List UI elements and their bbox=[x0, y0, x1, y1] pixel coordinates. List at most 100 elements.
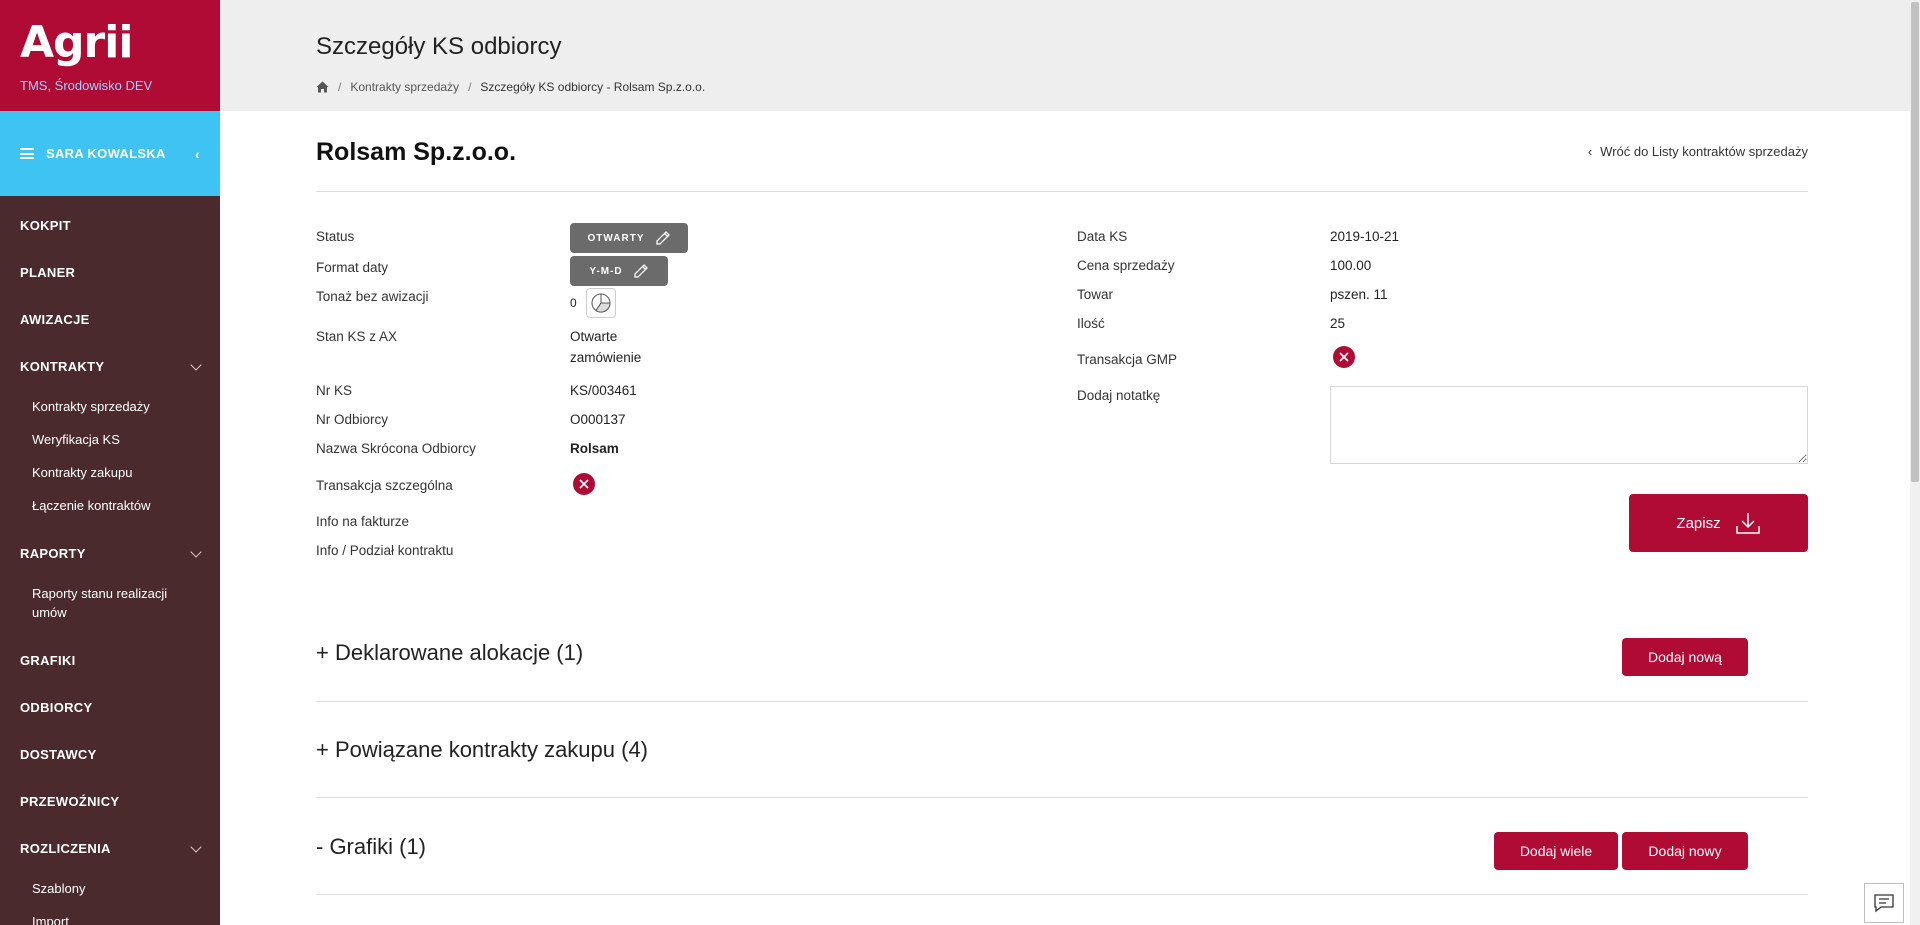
chevron-left-icon[interactable]: ‹ bbox=[195, 146, 200, 162]
download-icon bbox=[1735, 513, 1760, 534]
chevron-down-icon bbox=[190, 840, 202, 853]
chevron-left-icon: ‹ bbox=[1587, 144, 1593, 159]
gmp-label: Transakcja GMP bbox=[1077, 352, 1178, 367]
nav-sub-kontrakty-zakupu[interactable]: Kontrakty zakupu bbox=[0, 456, 220, 489]
note-textarea[interactable] bbox=[1330, 386, 1808, 464]
x-circle-icon[interactable] bbox=[573, 473, 595, 495]
chevron-down-icon bbox=[190, 545, 202, 558]
divider bbox=[316, 191, 1808, 192]
status-label: Status bbox=[316, 229, 355, 244]
user-name: SARA KOWALSKA bbox=[46, 146, 166, 161]
scrollbar-thumb[interactable] bbox=[1911, 2, 1919, 482]
nav-planer[interactable]: PLANER bbox=[0, 249, 220, 296]
status-pill[interactable]: OTWARTY bbox=[570, 223, 688, 253]
nr-ks-value: KS/003461 bbox=[570, 383, 637, 398]
page-header: Szczegóły KS odbiorcy / Kontrakty sprzed… bbox=[220, 0, 1910, 111]
nav-label: GRAFIKI bbox=[20, 653, 76, 668]
nav-sub-raporty-stanu[interactable]: Raporty stanu realizacji umów bbox=[0, 577, 200, 629]
main-nav: KOKPIT PLANER AWIZACJE KONTRAKTY Kontrak… bbox=[0, 196, 220, 925]
nav-label: ODBIORCY bbox=[20, 700, 93, 715]
pencil-icon bbox=[634, 264, 648, 278]
scrollbar[interactable] bbox=[1910, 0, 1920, 925]
nav-dostawcy[interactable]: DOSTAWCY bbox=[0, 731, 220, 778]
info-podzial-label: Info / Podział kontraktu bbox=[316, 543, 454, 558]
tonnage-value: 0 bbox=[570, 296, 577, 310]
nav-awizacje[interactable]: AWIZACJE bbox=[0, 296, 220, 343]
breadcrumb-separator: / bbox=[468, 80, 472, 94]
date-format-pill[interactable]: Y-M-D bbox=[570, 256, 668, 286]
date-format-value: Y-M-D bbox=[589, 265, 623, 277]
home-icon[interactable] bbox=[316, 81, 329, 93]
nav-label: KOKPIT bbox=[20, 218, 71, 233]
date-format-label: Format daty bbox=[316, 260, 389, 275]
nav-przewoznicy[interactable]: PRZEWOŹNICY bbox=[0, 778, 220, 825]
cena-value: 100.00 bbox=[1330, 258, 1372, 273]
breadcrumb: / Kontrakty sprzedaży / Szczegóły KS odb… bbox=[316, 80, 705, 94]
breadcrumb-separator: / bbox=[338, 80, 342, 94]
towar-label: Towar bbox=[1077, 287, 1114, 302]
divider bbox=[316, 797, 1808, 798]
record-title: Rolsam Sp.z.o.o. bbox=[316, 138, 517, 166]
ilosc-value: 25 bbox=[1330, 316, 1346, 331]
nav-rozliczenia[interactable]: ROZLICZENIA bbox=[0, 825, 220, 872]
nav-kokpit[interactable]: KOKPIT bbox=[0, 202, 220, 249]
nr-odbiorcy-value: O000137 bbox=[570, 412, 626, 427]
nav-label: DOSTAWCY bbox=[20, 747, 97, 762]
hamburger-icon[interactable] bbox=[20, 148, 34, 159]
stan-ks-label: Stan KS z AX bbox=[316, 329, 398, 344]
nav-sub-laczenie-kontraktow[interactable]: Łączenie kontraktów bbox=[0, 489, 220, 522]
nav-label: RAPORTY bbox=[20, 546, 86, 561]
tonnage-label: Tonaż bez awizacji bbox=[316, 289, 429, 304]
stan-ks-value-line1: Otwarte bbox=[570, 329, 618, 344]
add-allocation-button[interactable]: Dodaj nową bbox=[1622, 638, 1748, 676]
nav-sub-import[interactable]: Import bbox=[0, 905, 220, 925]
agrii-logo[interactable]: Agrii bbox=[20, 18, 200, 68]
breadcrumb-current: Szczegóły KS odbiorcy - Rolsam Sp.z.o.o. bbox=[480, 80, 706, 94]
status-value: OTWARTY bbox=[587, 232, 645, 244]
nav-sub-szablony[interactable]: Szablony bbox=[0, 872, 220, 905]
pie-chart-button[interactable] bbox=[586, 288, 616, 318]
nav-grafiki[interactable]: GRAFIKI bbox=[0, 637, 220, 684]
nav-sub-weryfikacja-ks[interactable]: Weryfikacja KS bbox=[0, 423, 220, 456]
add-many-schedules-button[interactable]: Dodaj wiele bbox=[1494, 832, 1618, 870]
section-schedules-toggle[interactable]: - Grafiki (1) bbox=[316, 834, 426, 860]
data-ks-label: Data KS bbox=[1077, 229, 1128, 244]
x-circle-icon[interactable] bbox=[1333, 346, 1355, 368]
nr-ks-label: Nr KS bbox=[316, 383, 353, 398]
nav-odbiorcy[interactable]: ODBIORCY bbox=[0, 684, 220, 731]
environment-label: TMS, Środowisko DEV bbox=[20, 78, 153, 93]
notatka-label: Dodaj notatkę bbox=[1077, 388, 1161, 403]
chat-icon bbox=[1874, 894, 1894, 913]
transakcja-szczegolna-label: Transakcja szczególna bbox=[316, 478, 453, 493]
save-button-label: Zapisz bbox=[1676, 514, 1721, 532]
page-title: Szczegóły KS odbiorcy bbox=[316, 33, 562, 60]
breadcrumb-link-kontrakty[interactable]: Kontrakty sprzedaży bbox=[350, 80, 459, 94]
pie-chart-icon bbox=[591, 293, 611, 313]
back-link-label: Wróć do Listy kontraktów sprzedaży bbox=[1600, 144, 1808, 159]
nr-odbiorcy-label: Nr Odbiorcy bbox=[316, 412, 389, 427]
info-faktura-label: Info na fakturze bbox=[316, 514, 410, 529]
nav-raporty[interactable]: RAPORTY bbox=[0, 530, 220, 577]
sidebar: Agrii TMS, Środowisko DEV SARA KOWALSKA … bbox=[0, 0, 220, 925]
add-schedule-button[interactable]: Dodaj nowy bbox=[1622, 832, 1748, 870]
nav-label: KONTRAKTY bbox=[20, 359, 105, 374]
cena-label: Cena sprzedaży bbox=[1077, 258, 1175, 273]
nav-kontrakty[interactable]: KONTRAKTY bbox=[0, 343, 220, 390]
nav-sub-kontrakty-sprzedazy[interactable]: Kontrakty sprzedaży bbox=[0, 390, 220, 423]
towar-value: pszen. 11 bbox=[1330, 287, 1388, 302]
data-ks-value: 2019-10-21 bbox=[1330, 229, 1400, 244]
save-button[interactable]: Zapisz bbox=[1629, 494, 1808, 552]
section-allocations-toggle[interactable]: + Deklarowane alokacje (1) bbox=[316, 640, 583, 666]
nazwa-odbiorcy-value: Rolsam bbox=[570, 441, 619, 456]
divider bbox=[316, 894, 1808, 895]
section-purchase-contracts-toggle[interactable]: + Powiązane kontrakty zakupu (4) bbox=[316, 737, 648, 763]
pencil-icon bbox=[655, 231, 670, 245]
chat-button[interactable] bbox=[1864, 883, 1904, 923]
user-bar[interactable]: SARA KOWALSKA ‹ bbox=[0, 111, 220, 196]
divider bbox=[316, 701, 1808, 702]
brand-area: Agrii TMS, Środowisko DEV bbox=[0, 0, 220, 111]
back-link[interactable]: ‹ Wróć do Listy kontraktów sprzedaży bbox=[1588, 144, 1808, 159]
nav-label: ROZLICZENIA bbox=[20, 841, 111, 856]
nav-label: AWIZACJE bbox=[20, 312, 90, 327]
stan-ks-value-line2: zamówienie bbox=[570, 350, 642, 365]
